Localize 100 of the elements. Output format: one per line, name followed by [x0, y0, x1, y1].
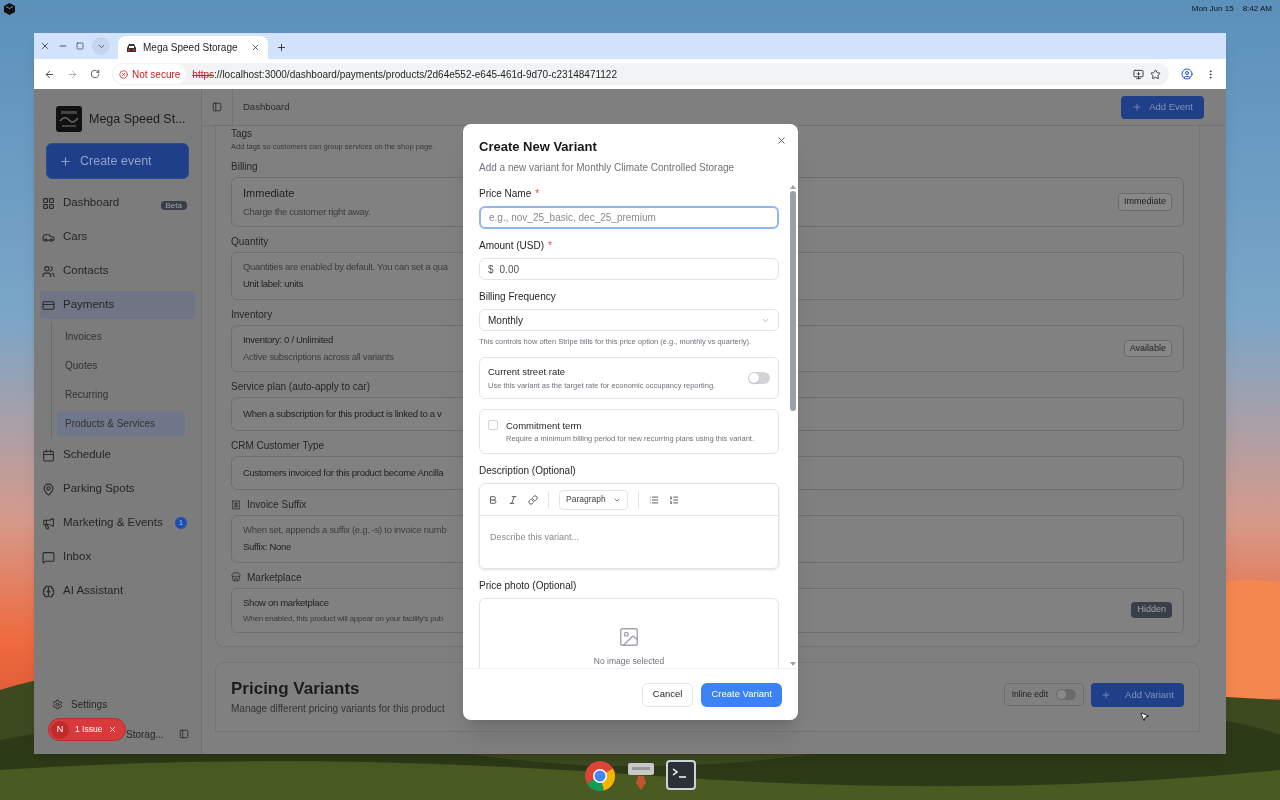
sidebar-item[interactable]: Cars — [40, 223, 195, 251]
numbered-list-icon[interactable] — [668, 494, 679, 505]
dismiss-icon[interactable] — [108, 725, 118, 734]
sidebar-item[interactable]: Payments — [40, 291, 195, 319]
image-icon — [618, 626, 640, 649]
section-heading: Inventory — [231, 307, 273, 322]
sidebar-subitem[interactable]: Invoices — [57, 324, 185, 349]
sidebar-subitem[interactable]: Quotes — [57, 353, 185, 378]
section-heading: Service plan (auto-apply to car) — [231, 380, 370, 394]
plus-icon — [1101, 689, 1112, 700]
maximize-icon[interactable] — [76, 42, 84, 50]
close-tab-icon[interactable] — [251, 43, 260, 52]
new-tab-icon[interactable] — [276, 42, 287, 53]
block-style-dropdown[interactable]: Paragraph — [559, 489, 628, 510]
close-button[interactable] — [775, 134, 788, 147]
street-rate-switch[interactable] — [748, 372, 770, 385]
card-text: Immediate — [243, 186, 296, 202]
reload-icon[interactable] — [90, 69, 100, 79]
sidebar-item[interactable]: AI Assistant — [40, 577, 195, 605]
currency-prefix: $ — [488, 262, 494, 277]
nav-icon — [42, 584, 55, 598]
count-badge: 1 — [175, 517, 187, 529]
browser-tab[interactable]: Mega Speed Storage — [118, 36, 268, 59]
browser-icon[interactable] — [584, 760, 616, 792]
system-logo-icon[interactable] — [4, 3, 15, 15]
bold-icon[interactable] — [488, 494, 498, 505]
terminal-icon[interactable] — [666, 760, 696, 790]
field-label: Price photo (Optional) — [479, 579, 577, 594]
amount-input[interactable]: 0.00 — [499, 261, 770, 277]
amount-field[interactable]: $ 0.00 — [479, 257, 779, 281]
sidebar-subitem[interactable]: Products & Services — [57, 411, 185, 436]
card-text: Customers invoiced for this product become Ancilla — [243, 465, 444, 480]
nav-icon — [42, 516, 55, 530]
required-mark: * — [535, 186, 540, 201]
pricing-title: Pricing Variants — [231, 677, 361, 700]
sidebar-subitem[interactable]: Recurring — [57, 382, 185, 407]
section-heading: Tags — [231, 127, 253, 141]
section-heading: Quantity — [231, 235, 269, 249]
cancel-button[interactable]: Cancel — [641, 682, 694, 707]
add-variant-button[interactable]: Add Variant — [1091, 682, 1184, 707]
nav-icon — [42, 264, 55, 278]
card-text: When a subscription for this product is linked to a v — [243, 406, 442, 421]
issue-count: 1 Issue — [75, 723, 103, 736]
field-label: Description (Optional) — [479, 464, 576, 479]
create-variant-button[interactable]: Create Variant — [701, 682, 782, 707]
inline-edit-switch[interactable] — [1056, 689, 1077, 701]
option-title: Commitment term — [506, 418, 583, 433]
sidebar-item[interactable]: Marketing & Events 1 — [40, 509, 195, 537]
scrollbar-thumb[interactable] — [789, 190, 796, 411]
bullet-list-icon[interactable] — [648, 494, 659, 505]
italic-icon[interactable] — [508, 494, 518, 505]
status-badge: Beta — [160, 201, 187, 210]
scroll-up-icon[interactable] — [789, 184, 796, 189]
install-icon[interactable] — [1133, 68, 1144, 80]
create-event-button[interactable]: Create event — [46, 143, 189, 179]
bookmark-icon[interactable] — [1150, 68, 1161, 80]
address-bar[interactable]: Not secure https://localhost:3000/dashboard/payments/products/2d64e552-e645-461d-9d70-c23148471122 — [112, 63, 1169, 85]
sidebar-item[interactable]: Contacts — [40, 257, 195, 285]
scroll-down-icon[interactable] — [789, 662, 796, 666]
section-heading: Invoice Suffix — [247, 498, 307, 512]
card-text: Quantities are enabled by default. You can set a qua — [243, 260, 448, 274]
section-heading: Billing — [231, 160, 258, 175]
tab-title: Mega Speed Storage — [143, 41, 239, 55]
photo-dropzone[interactable]: No image selected — [479, 598, 779, 668]
sidebar-toggle-icon[interactable] — [212, 102, 222, 112]
close-window-icon[interactable] — [40, 41, 50, 51]
plus-icon — [59, 154, 72, 168]
sidebar-item[interactable]: Dashboard Beta — [40, 189, 195, 217]
option-title: Current street rate — [488, 365, 567, 380]
security-chip[interactable]: Not secure — [113, 64, 187, 84]
back-icon[interactable] — [44, 68, 55, 80]
cursor-icon — [1139, 711, 1150, 722]
commitment-checkbox[interactable] — [488, 419, 498, 430]
sidebar-item[interactable]: Schedule — [40, 441, 195, 469]
breadcrumb[interactable]: Dashboard — [243, 99, 290, 115]
nav-icon — [42, 298, 55, 312]
section-heading: CRM Customer Type — [231, 439, 325, 453]
settings-link[interactable]: Settings — [71, 696, 108, 712]
link-icon[interactable] — [528, 494, 538, 505]
url-text: https://localhost:3000/dashboard/payments/products/2d64e552-e645-461d-9d70-c23148471122 — [192, 67, 618, 82]
dialog-subtitle: Add a new variant for Monthly Climate Controlled Storage — [479, 160, 736, 175]
description-input[interactable]: Describe this variant... — [480, 516, 778, 569]
issue-badge[interactable]: N 1 Issue — [48, 718, 126, 741]
collapse-sidebar-icon[interactable] — [179, 729, 189, 739]
brand-name: Mega Speed St... — [89, 110, 186, 128]
close-icon — [776, 135, 787, 146]
settings-icon[interactable] — [52, 698, 63, 710]
status-badge: Hidden — [1131, 602, 1172, 618]
sidebar-item[interactable]: Inbox — [40, 543, 195, 571]
card-text: Inventory: 0 / Unlimited — [243, 332, 334, 347]
forward-icon[interactable] — [67, 68, 78, 80]
nav-icon — [42, 482, 55, 496]
add-event-button[interactable]: Add Event — [1121, 95, 1204, 119]
nav-icon — [42, 550, 55, 564]
profile-icon[interactable] — [1181, 68, 1193, 80]
sidebar-item[interactable]: Parking Spots — [40, 475, 195, 503]
frequency-select[interactable]: Monthly — [479, 309, 779, 332]
inline-edit-control[interactable]: Inline edit — [1003, 683, 1085, 707]
price-name-input[interactable]: e.g., nov_25_basic, dec_25_premium — [479, 205, 779, 229]
tools-icon[interactable] — [626, 760, 656, 792]
